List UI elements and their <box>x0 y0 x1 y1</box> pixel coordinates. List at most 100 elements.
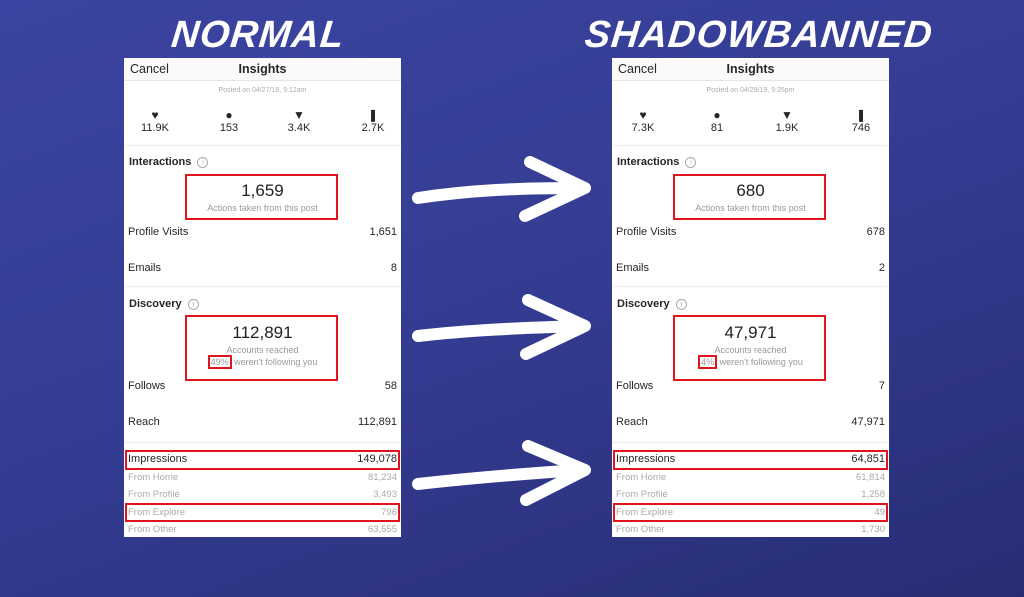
section-discovery: Discovery i <box>129 298 199 310</box>
share-icon: ▼ <box>781 108 793 122</box>
section-label: Interactions <box>617 156 680 168</box>
metric-value: 8 <box>390 262 397 274</box>
metric-label: Follows <box>128 380 166 392</box>
impression-source-row: From Profile 3,493 <box>128 489 397 500</box>
divider <box>612 145 889 146</box>
source-label: From Explore <box>128 507 186 518</box>
source-value: 796 <box>381 507 397 518</box>
metric-row: Reach 112,891 <box>128 416 397 428</box>
impressions-row: Impressions 64,851 <box>616 453 885 465</box>
metric-label: Follows <box>616 380 654 392</box>
source-label: From Explore <box>616 507 674 518</box>
interactions-value: 680 <box>736 181 765 200</box>
discovery-caption: Accounts reached <box>226 345 299 355</box>
stat-share: ▼ 3.4K <box>274 108 324 134</box>
metric-row: Profile Visits 678 <box>616 226 885 238</box>
metric-row: Follows 58 <box>128 380 397 392</box>
stat-heart: ♥ 7.3K <box>618 108 668 134</box>
metric-label: Reach <box>128 416 160 428</box>
interactions-caption: Actions taken from this post <box>695 203 806 213</box>
section-interactions: Interactions i <box>129 156 209 168</box>
source-value: 81,234 <box>367 472 397 483</box>
info-icon[interactable]: i <box>685 157 697 168</box>
impression-source-row: From Explore 796 <box>128 507 397 518</box>
stat-bookmark: ❚ 746 <box>836 108 886 134</box>
comment-icon: ● <box>713 108 721 122</box>
divider <box>124 145 401 146</box>
metric-value: 58 <box>384 380 397 392</box>
arrow-icon <box>412 156 591 222</box>
info-icon[interactable]: i <box>675 299 687 310</box>
metric-row: Reach 47,971 <box>616 416 885 428</box>
metric-label: Reach <box>616 416 648 428</box>
non-follower-line: 49% weren't following you <box>124 355 401 369</box>
stat-value: 3.4K <box>287 122 311 134</box>
header-title: Insights <box>238 62 287 76</box>
metric-value: 678 <box>866 226 885 238</box>
arrow-icon <box>412 294 591 360</box>
discovery-value: 47,971 <box>724 323 777 342</box>
stat-bookmark: ❚ 2.7K <box>348 108 398 134</box>
divider <box>124 286 401 287</box>
stat-value: 746 <box>851 122 871 134</box>
section-label: Discovery <box>617 298 670 310</box>
metric-label: Emails <box>128 262 162 274</box>
info-icon[interactable]: i <box>187 299 199 310</box>
stat-share: ▼ 1.9K <box>762 108 812 134</box>
insights-panel-shadowbanned: Cancel Insights Posted on 04/29/19, 9:35pm… <box>612 58 889 537</box>
impression-source-row: From Other 63,555 <box>128 524 397 535</box>
metric-value: 112,891 <box>358 416 397 428</box>
stat-comment: ● 81 <box>692 108 742 134</box>
info-icon[interactable]: i <box>197 157 209 168</box>
impressions-row: Impressions 149,078 <box>128 453 397 465</box>
stat-value: 153 <box>219 122 239 134</box>
discovery-value: 112,891 <box>232 323 293 342</box>
divider <box>612 286 889 287</box>
source-value: 61,814 <box>855 472 885 483</box>
metric-label: Impressions <box>616 453 676 465</box>
metric-label: Profile Visits <box>616 226 677 238</box>
source-label: From Profile <box>128 489 180 500</box>
arrow-icon <box>412 440 591 506</box>
metric-value: 2 <box>878 262 885 274</box>
stat-heart: ♥ 11.9K <box>130 108 180 134</box>
divider <box>612 442 889 443</box>
metric-label: Impressions <box>128 453 188 465</box>
shadowbanned-title: SHADOWBANNED <box>582 14 935 56</box>
source-label: From Home <box>128 472 179 483</box>
stat-value: 2.7K <box>361 122 385 134</box>
percent-caption: weren't following you <box>719 357 803 367</box>
insights-panel-normal: Cancel Insights Posted on 04/27/18, 9:12am… <box>124 58 401 537</box>
metric-row: Follows 7 <box>616 380 885 392</box>
bookmark-icon: ❚ <box>367 108 379 122</box>
divider <box>124 442 401 443</box>
non-follower-line: 4% weren't following you <box>612 355 889 369</box>
stat-value: 11.9K <box>141 122 169 134</box>
source-label: From Other <box>616 524 665 535</box>
metric-label: Emails <box>616 262 650 274</box>
section-interactions: Interactions i <box>617 156 697 168</box>
section-label: Discovery <box>129 298 182 310</box>
metric-value: 64,851 <box>851 453 885 465</box>
discovery-caption: Accounts reached <box>714 345 787 355</box>
impression-source-row: From Other 1,730 <box>616 524 885 535</box>
impression-source-row: From Profile 1,258 <box>616 489 885 500</box>
metric-row: Profile Visits 1,651 <box>128 226 397 238</box>
section-discovery: Discovery i <box>617 298 687 310</box>
impression-source-row: From Explore 49 <box>616 507 885 518</box>
percent-caption: weren't following you <box>234 357 318 367</box>
percent-highlight: 49% <box>207 355 232 369</box>
heart-icon: ♥ <box>639 108 647 122</box>
section-label: Interactions <box>129 156 192 168</box>
source-value: 3,493 <box>373 489 397 500</box>
metric-label: Profile Visits <box>128 226 189 238</box>
stat-value: 1.9K <box>775 122 799 134</box>
posted-date: Posted on 04/29/19, 9:35pm <box>706 87 795 94</box>
heart-icon: ♥ <box>151 108 159 122</box>
source-label: From Profile <box>616 489 668 500</box>
header-title: Insights <box>726 62 775 76</box>
metric-value: 47,971 <box>851 416 885 428</box>
share-icon: ▼ <box>293 108 305 122</box>
percent-highlight: 4% <box>698 355 718 369</box>
metric-row: Emails 2 <box>616 262 885 274</box>
